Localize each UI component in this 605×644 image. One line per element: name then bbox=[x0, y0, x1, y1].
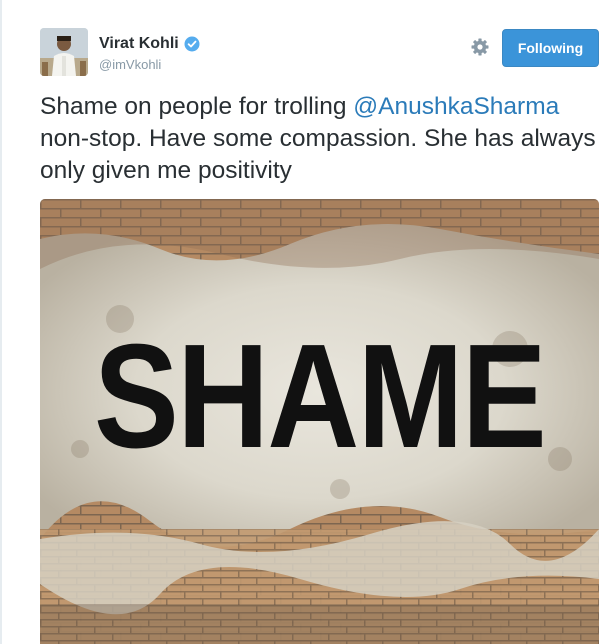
user-info: Virat Kohli @imVkohli bbox=[99, 34, 200, 72]
avatar[interactable] bbox=[40, 28, 88, 76]
display-name[interactable]: Virat Kohli bbox=[99, 35, 179, 53]
image-overlay-text: SHAME bbox=[93, 314, 547, 479]
tweet-text-before: Shame on people for trolling bbox=[40, 93, 354, 120]
left-border bbox=[0, 0, 2, 644]
verified-badge-icon bbox=[184, 36, 200, 52]
following-button[interactable]: Following bbox=[502, 29, 599, 67]
tweet-image[interactable]: SHAME bbox=[40, 199, 599, 644]
user-handle[interactable]: @imVkohli bbox=[99, 57, 200, 72]
tweet-text-after: non-stop. Have some compassion. She has … bbox=[40, 125, 596, 184]
gear-icon[interactable] bbox=[469, 36, 491, 58]
name-row: Virat Kohli bbox=[99, 34, 200, 54]
tweet-text: Shame on people for trolling @AnushkaSha… bbox=[40, 91, 600, 187]
mention-link[interactable]: @AnushkaSharma bbox=[353, 93, 559, 120]
